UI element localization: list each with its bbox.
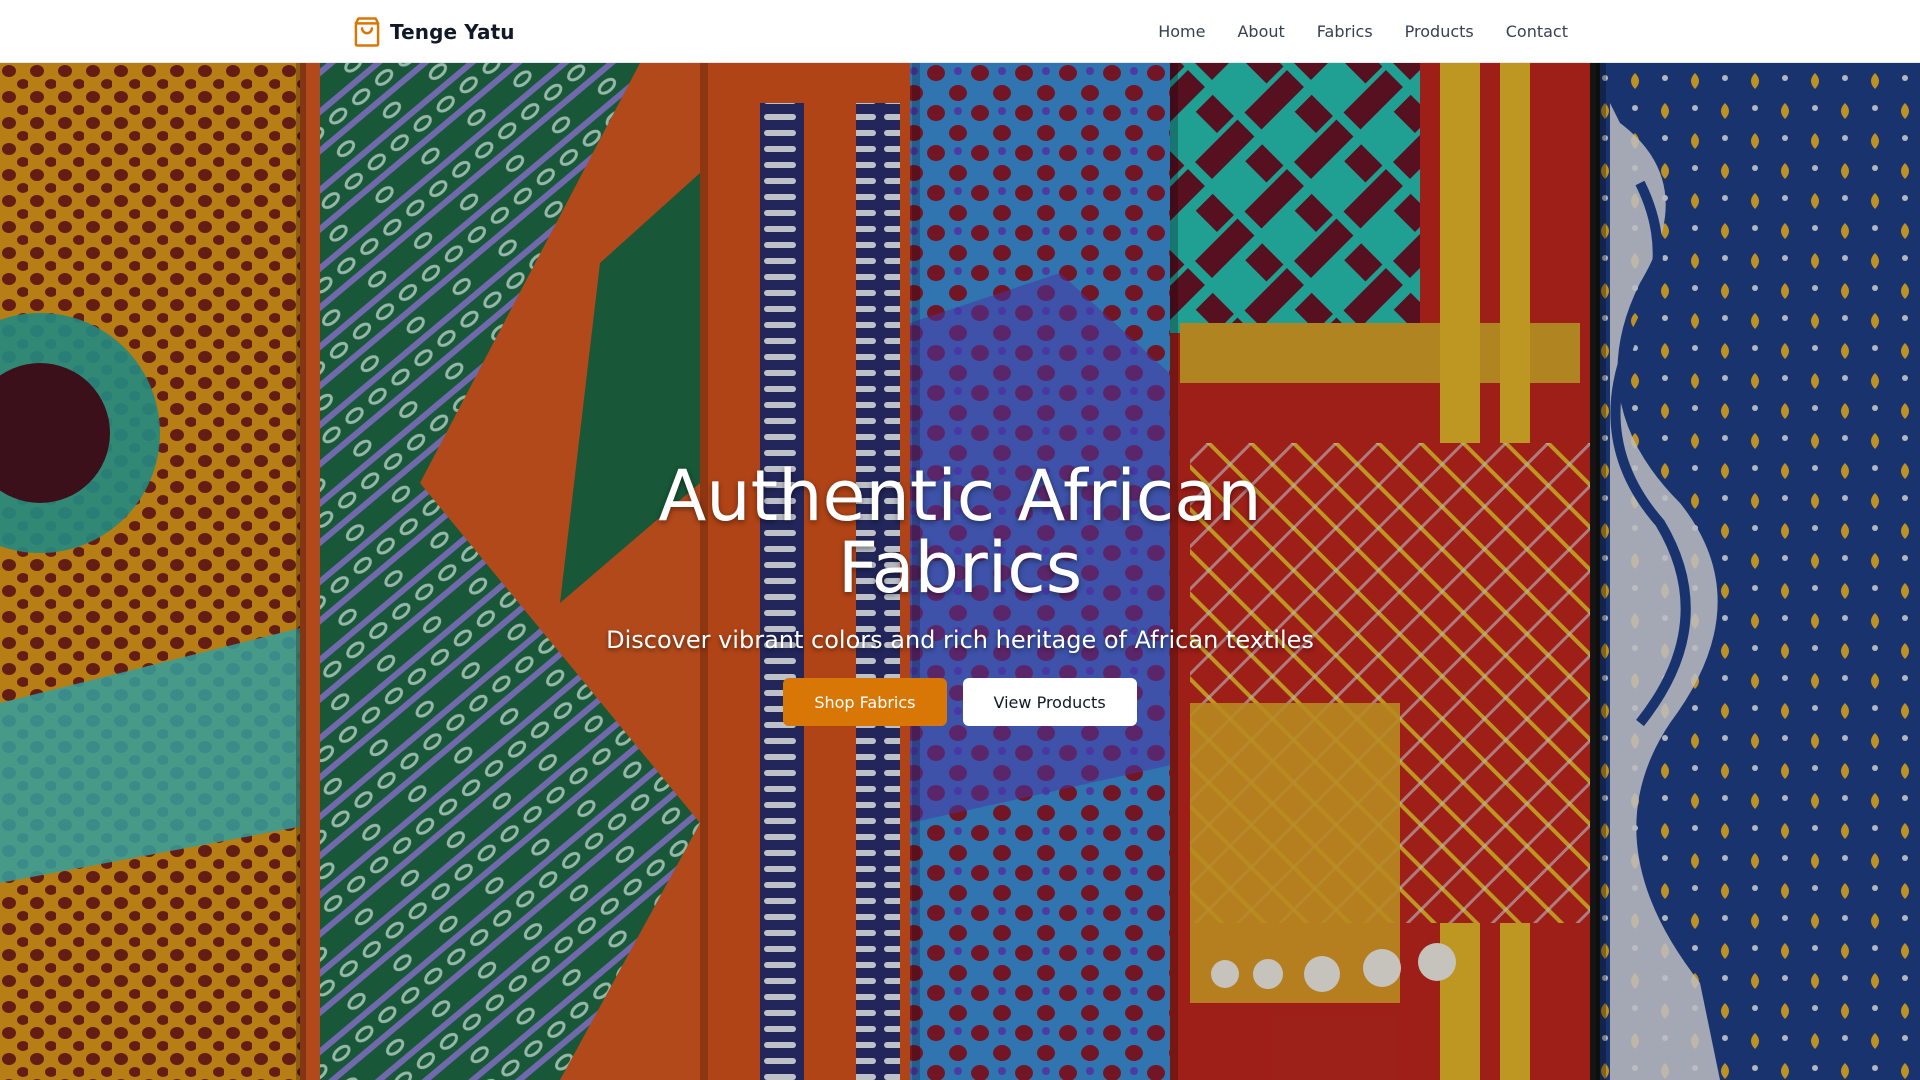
nav-fabrics-link[interactable]: Fabrics bbox=[1317, 22, 1373, 41]
shopping-bag-icon bbox=[352, 16, 382, 48]
site-header: Tenge Yatu Home About Fabrics Products C… bbox=[0, 0, 1920, 63]
hero-subtitle: Discover vibrant colors and rich heritag… bbox=[606, 626, 1314, 654]
hero-section: Authentic African Fabrics Discover vibra… bbox=[0, 63, 1920, 1080]
nav-home-link[interactable]: Home bbox=[1158, 22, 1205, 41]
view-products-button[interactable]: View Products bbox=[962, 678, 1137, 726]
hero-title: Authentic African Fabrics bbox=[658, 455, 1262, 609]
hero-content: Authentic African Fabrics Discover vibra… bbox=[560, 460, 1360, 726]
nav-contact-link[interactable]: Contact bbox=[1506, 22, 1568, 41]
brand-logo-link[interactable]: Tenge Yatu bbox=[352, 14, 515, 50]
nav-products-link[interactable]: Products bbox=[1405, 22, 1474, 41]
main-nav: Home About Fabrics Products Contact bbox=[1158, 0, 1568, 63]
shop-fabrics-button[interactable]: Shop Fabrics bbox=[783, 678, 947, 726]
hero-actions: Shop Fabrics View Products bbox=[560, 678, 1360, 726]
nav-about-link[interactable]: About bbox=[1237, 22, 1284, 41]
brand-name: Tenge Yatu bbox=[390, 20, 515, 44]
